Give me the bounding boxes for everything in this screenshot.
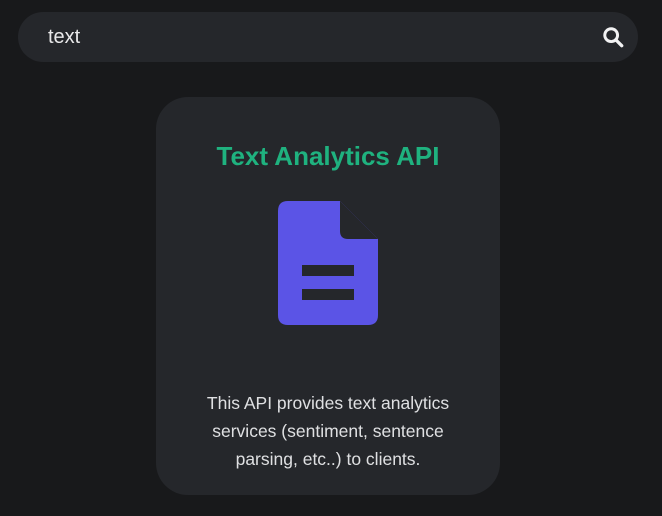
api-card[interactable]: Text Analytics API This API provides tex… bbox=[156, 97, 500, 495]
search-bar bbox=[18, 12, 638, 62]
search-button[interactable] bbox=[600, 24, 626, 50]
card-description: This API provides text analytics service… bbox=[206, 393, 450, 469]
file-document-icon bbox=[278, 201, 378, 325]
page: Text Analytics API This API provides tex… bbox=[0, 0, 662, 516]
search-input[interactable] bbox=[18, 12, 588, 62]
card-title: Text Analytics API bbox=[216, 141, 440, 171]
search-icon bbox=[603, 27, 624, 48]
